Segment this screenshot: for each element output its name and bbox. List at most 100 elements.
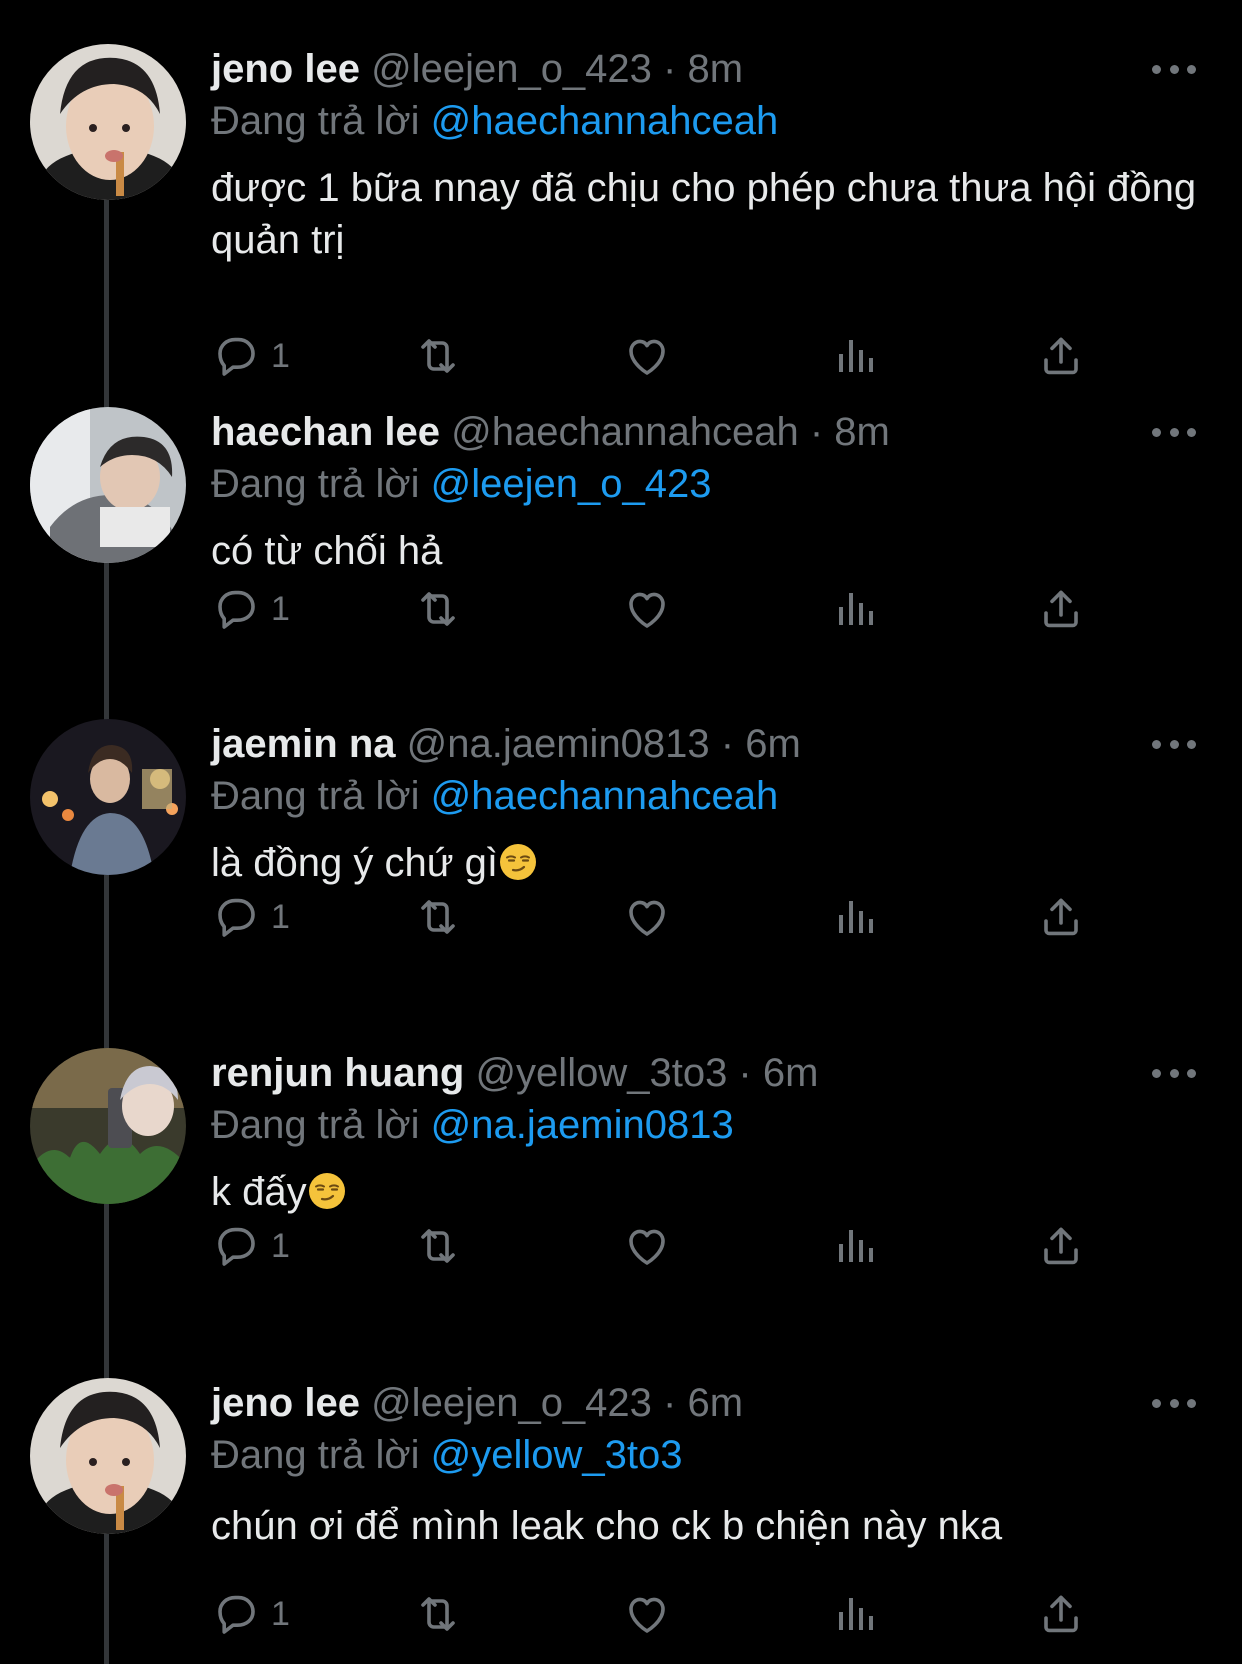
reply-icon: [211, 585, 259, 633]
replying-to-handle[interactable]: @yellow_3to3: [431, 1433, 683, 1477]
like-button[interactable]: [623, 326, 671, 386]
reply-count: 1: [271, 1226, 290, 1265]
tweet-text: k đấy: [211, 1166, 1201, 1218]
tweet-actions: 1: [211, 887, 1111, 947]
avatar[interactable]: [30, 719, 186, 875]
tweet-actions: 1: [211, 579, 1111, 639]
handle-and-time: @yellow_3to3 · 6m: [475, 1051, 819, 1095]
reply-button[interactable]: 1: [211, 1216, 290, 1276]
reply-button[interactable]: 1: [211, 326, 290, 386]
avatar[interactable]: [30, 1048, 186, 1204]
share-button[interactable]: [1037, 579, 1085, 639]
tweet-header: renjun huang @yellow_3to3 · 6m: [211, 1048, 818, 1098]
views-button[interactable]: [831, 1216, 879, 1276]
reply-button[interactable]: 1: [211, 579, 290, 639]
tweet-text-content: là đồng ý chứ gì: [211, 841, 498, 885]
handle-and-time: @leejen_o_423 · 6m: [371, 1381, 744, 1425]
retweet-button[interactable]: [414, 326, 462, 386]
handle-and-time: @na.jaemin0813 · 6m: [406, 722, 801, 766]
like-button[interactable]: [623, 1584, 671, 1644]
retweet-button[interactable]: [414, 887, 462, 947]
replying-to-label: Đang trả lời: [211, 1433, 420, 1477]
tweet-text: chún ơi để mình leak cho ck b chiện này …: [211, 1504, 1003, 1548]
handle-and-time: @leejen_o_423 · 8m: [371, 47, 744, 91]
replying-to: Đang trả lời @leejen_o_423: [211, 459, 712, 509]
share-icon: [1037, 332, 1085, 380]
tweet-actions: 1: [211, 1216, 1111, 1276]
reply-icon: [211, 1590, 259, 1638]
tweet-actions: 1: [211, 326, 1111, 386]
retweet-icon: [414, 1222, 462, 1270]
avatar[interactable]: [30, 44, 186, 200]
tweet-text-content: k đấy: [211, 1170, 307, 1214]
reply-button[interactable]: 1: [211, 1584, 290, 1644]
reply-count: 1: [271, 897, 290, 936]
views-icon: [831, 585, 879, 633]
replying-to-label: Đang trả lời: [211, 774, 420, 818]
replying-to: Đang trả lời @yellow_3to3: [211, 1430, 683, 1480]
display-name[interactable]: renjun huang: [211, 1051, 464, 1095]
retweet-icon: [414, 585, 462, 633]
more-icon[interactable]: [1152, 1060, 1196, 1086]
replying-to-handle[interactable]: @na.jaemin0813: [431, 1103, 734, 1147]
share-icon: [1037, 1222, 1085, 1270]
like-button[interactable]: [623, 579, 671, 639]
replying-to: Đang trả lời @haechannahceah: [211, 771, 778, 821]
retweet-button[interactable]: [414, 1216, 462, 1276]
tweet-header: jeno lee @leejen_o_423 · 6m: [211, 1378, 743, 1428]
reply-button[interactable]: 1: [211, 887, 290, 947]
replying-to: Đang trả lời @haechannahceah: [211, 96, 778, 146]
views-button[interactable]: [831, 579, 879, 639]
more-icon[interactable]: [1152, 56, 1196, 82]
display-name[interactable]: haechan lee: [211, 410, 440, 454]
like-icon: [623, 332, 671, 380]
tweet-header: haechan lee @haechannahceah · 8m: [211, 407, 890, 457]
like-button[interactable]: [623, 1216, 671, 1276]
like-icon: [623, 1590, 671, 1638]
reply-count: 1: [271, 1594, 290, 1633]
retweet-icon: [414, 893, 462, 941]
retweet-button[interactable]: [414, 1584, 462, 1644]
replying-to-label: Đang trả lời: [211, 462, 420, 506]
smirking-face-emoji: [307, 1171, 347, 1211]
views-icon: [831, 1222, 879, 1270]
display-name[interactable]: jaemin na: [211, 722, 396, 766]
avatar[interactable]: [30, 1378, 186, 1534]
display-name[interactable]: jeno lee: [211, 47, 360, 91]
retweet-button[interactable]: [414, 579, 462, 639]
replying-to-handle[interactable]: @leejen_o_423: [431, 462, 712, 506]
views-button[interactable]: [831, 326, 879, 386]
views-icon: [831, 893, 879, 941]
tweet-actions: 1: [211, 1584, 1111, 1644]
retweet-icon: [414, 332, 462, 380]
reply-icon: [211, 893, 259, 941]
share-icon: [1037, 585, 1085, 633]
share-button[interactable]: [1037, 326, 1085, 386]
display-name[interactable]: jeno lee: [211, 1381, 360, 1425]
replying-to-label: Đang trả lời: [211, 99, 420, 143]
retweet-icon: [414, 1590, 462, 1638]
views-icon: [831, 1590, 879, 1638]
views-button[interactable]: [831, 887, 879, 947]
replying-to-handle[interactable]: @haechannahceah: [431, 99, 779, 143]
share-button[interactable]: [1037, 887, 1085, 947]
share-icon: [1037, 893, 1085, 941]
views-icon: [831, 332, 879, 380]
reply-icon: [211, 1222, 259, 1270]
avatar[interactable]: [30, 407, 186, 563]
reply-count: 1: [271, 336, 290, 375]
more-icon[interactable]: [1152, 1390, 1196, 1416]
like-button[interactable]: [623, 887, 671, 947]
replying-to-handle[interactable]: @haechannahceah: [431, 774, 779, 818]
share-button[interactable]: [1037, 1216, 1085, 1276]
more-icon[interactable]: [1152, 419, 1196, 445]
share-button[interactable]: [1037, 1584, 1085, 1644]
handle-and-time: @haechannahceah · 8m: [451, 410, 890, 454]
like-icon: [623, 893, 671, 941]
replying-to-label: Đang trả lời: [211, 1103, 420, 1147]
like-icon: [623, 1222, 671, 1270]
tweet-text: được 1 bữa nnay đã chịu cho phép chưa th…: [211, 166, 1197, 262]
views-button[interactable]: [831, 1584, 879, 1644]
more-icon[interactable]: [1152, 731, 1196, 757]
tweet-header: jeno lee @leejen_o_423 · 8m: [211, 44, 743, 94]
